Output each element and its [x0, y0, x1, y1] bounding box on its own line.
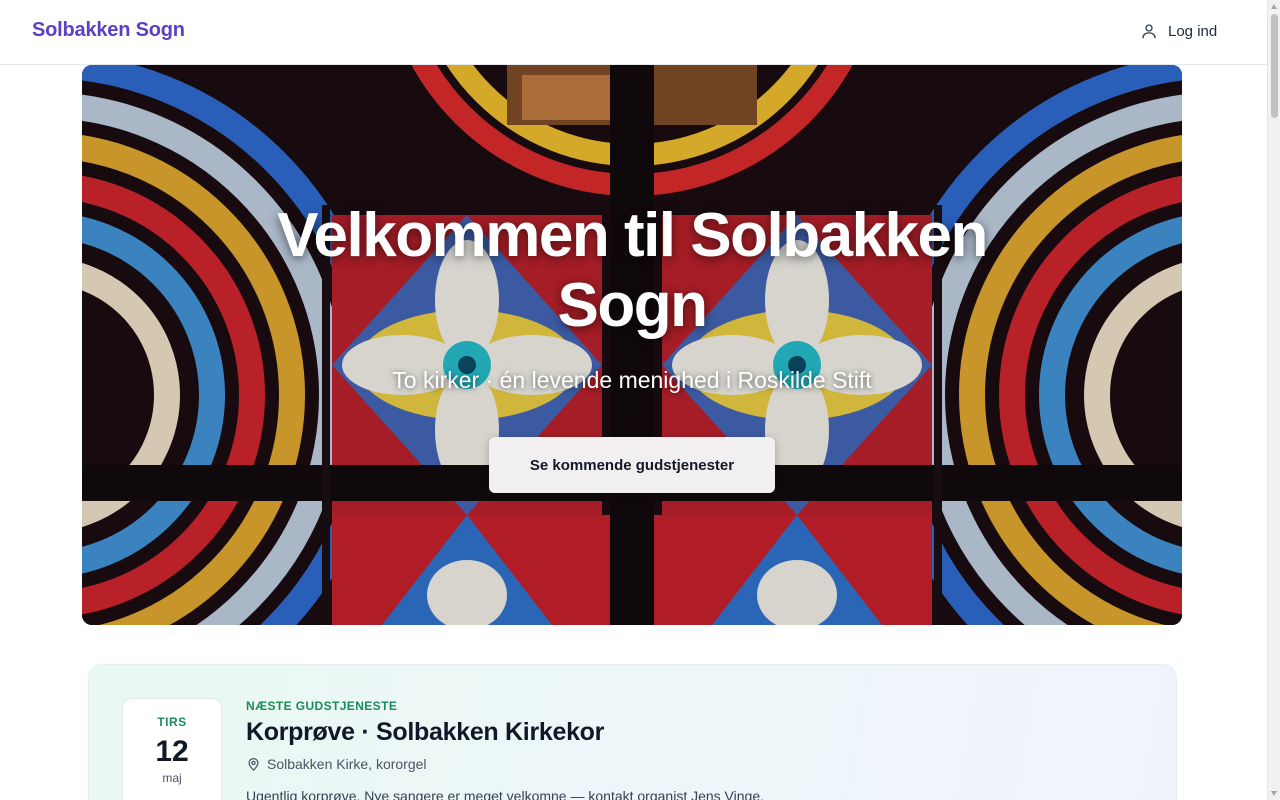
brand-logo[interactable]: Solbakken Sogn	[32, 19, 185, 42]
login-button[interactable]: Log ind	[1140, 22, 1217, 40]
service-location: Solbakken Kirke, kororgel	[246, 756, 427, 772]
hero-overlay	[82, 65, 1182, 625]
service-day: 12	[155, 735, 189, 768]
service-weekday: TIRS	[157, 715, 187, 729]
user-icon	[1142, 24, 1156, 39]
scroll-up-arrow[interactable]	[1271, 4, 1277, 9]
next-service-label: NÆSTE GUDSTJENESTE	[246, 699, 398, 713]
page-scrollbar[interactable]	[1267, 0, 1280, 800]
service-date-box: TIRS 12 maj	[122, 698, 222, 800]
hero-subtitle: To kirker · én levende menighed i Roskil…	[392, 367, 872, 393]
hero-title: Velkommen til Solbakken Sogn	[277, 201, 988, 340]
site-header: Solbakken Sogn Log ind	[0, 0, 1267, 65]
hero-banner: Velkommen til Solbakken Sogn To kirker ·…	[82, 65, 1182, 625]
map-pin-icon	[248, 757, 259, 771]
service-month: maj	[162, 771, 182, 785]
service-description: Ugentlig korprøve. Nye sangere er meget …	[246, 788, 764, 800]
next-service-title[interactable]: Korprøve · Solbakken Kirkekor	[246, 718, 604, 747]
login-label: Log ind	[1168, 22, 1218, 40]
scroll-down-arrow[interactable]	[1271, 791, 1277, 796]
scrollbar-thumb[interactable]	[1271, 14, 1278, 118]
service-location-text: Solbakken Kirke, kororgel	[267, 756, 427, 772]
next-service-card[interactable]: TIRS 12 maj NÆSTE GUDSTJENESTE Korprøve …	[88, 664, 1177, 800]
upcoming-services-button[interactable]: Se kommende gudstjenester	[489, 437, 775, 493]
